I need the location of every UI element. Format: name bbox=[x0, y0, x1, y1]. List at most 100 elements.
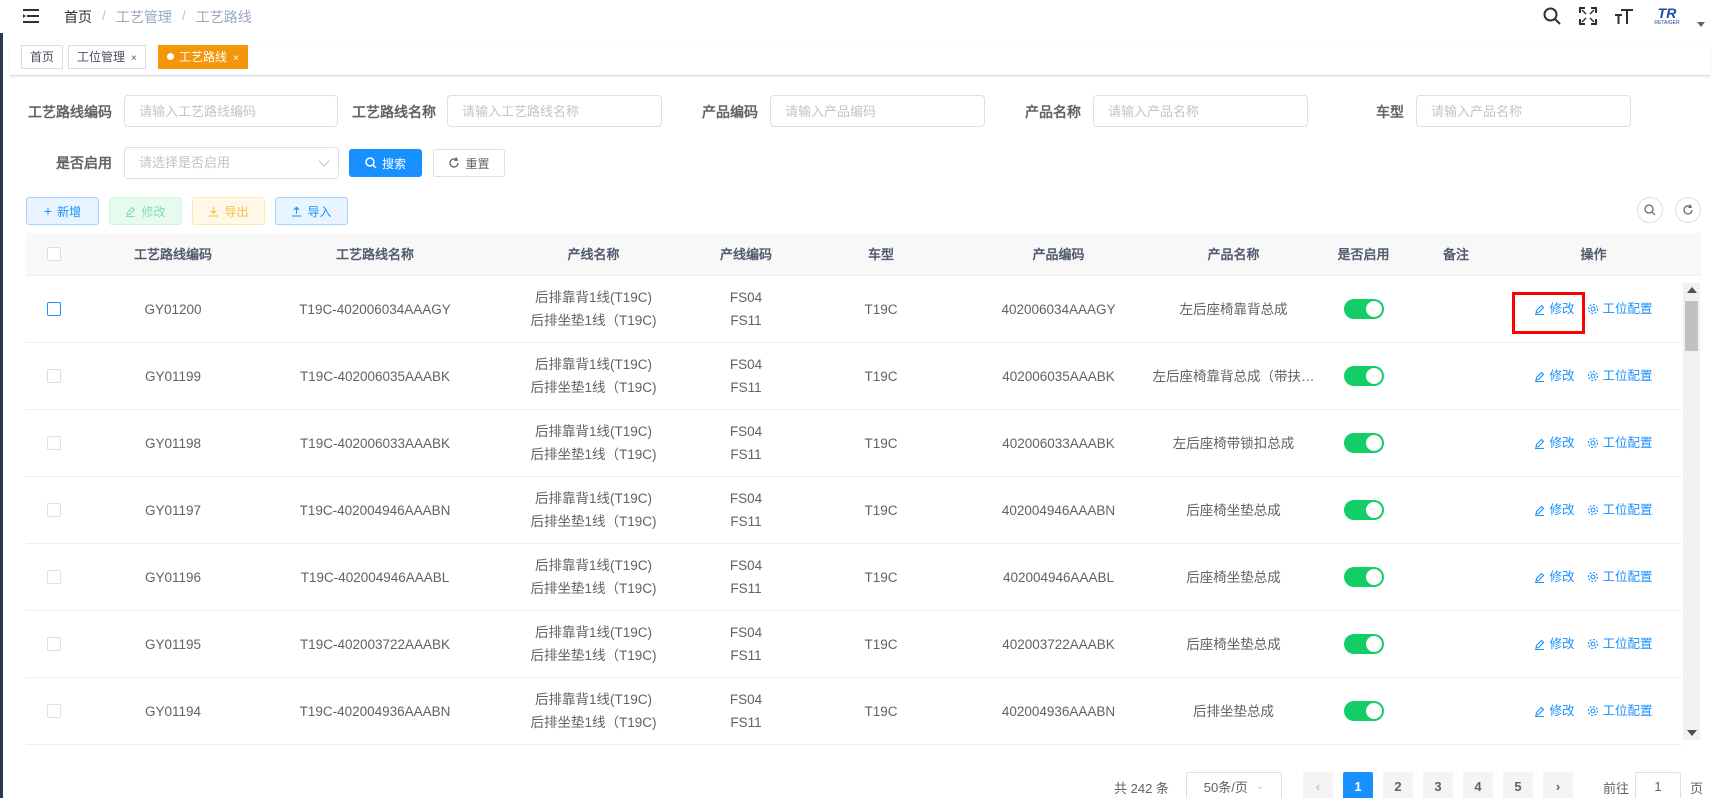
product-code: 402004946AAABN bbox=[1001, 502, 1116, 518]
row-actions: 修改 工位配置 bbox=[1534, 365, 1653, 388]
product-name-cell: 后座椅坐垫总成 bbox=[1146, 611, 1321, 677]
station-config-link[interactable]: 工位配置 bbox=[1587, 499, 1653, 522]
toggle-search-button[interactable] bbox=[1637, 197, 1663, 223]
hamburger-icon[interactable] bbox=[22, 7, 40, 25]
line-code-cell: FS04 FS11 bbox=[701, 611, 791, 677]
product-name-input[interactable] bbox=[1093, 95, 1308, 127]
goto-page-input[interactable]: 1 bbox=[1635, 772, 1681, 798]
line-name-cell: 后排靠背1线(T19C) 后排坐垫1线（T19C) bbox=[486, 477, 701, 543]
route-name-cell: T19C-402004936AAABN bbox=[264, 678, 486, 744]
row-checkbox[interactable] bbox=[47, 637, 61, 651]
line-code-1: FS04 bbox=[729, 558, 763, 573]
table-scrollbar[interactable] bbox=[1683, 283, 1700, 740]
route-name-input[interactable] bbox=[447, 95, 662, 127]
close-icon[interactable]: × bbox=[131, 53, 137, 64]
line-code-cell: FS04 FS11 bbox=[701, 410, 791, 476]
user-avatar-logo[interactable]: TR RETAIGER bbox=[1649, 5, 1685, 27]
car-model-label: 车型 bbox=[1376, 104, 1404, 120]
edit-link[interactable]: 修改 bbox=[1534, 432, 1575, 455]
row-checkbox[interactable] bbox=[47, 503, 61, 517]
page-size-select[interactable]: 50条/页 ⌄ bbox=[1186, 772, 1282, 798]
highlight-box bbox=[1512, 292, 1585, 334]
route-name-cell: T19C-402006033AAABK bbox=[264, 410, 486, 476]
row-checkbox[interactable] bbox=[47, 302, 61, 316]
station-config-link[interactable]: 工位配置 bbox=[1587, 432, 1653, 455]
route-name: T19C-402004946AAABN bbox=[299, 502, 451, 518]
tag-process-route[interactable]: 工艺路线 × bbox=[158, 45, 248, 69]
next-page-button[interactable]: › bbox=[1543, 772, 1573, 798]
scrollbar-thumb[interactable] bbox=[1685, 301, 1698, 351]
scroll-down-icon[interactable] bbox=[1687, 730, 1697, 736]
station-config-link[interactable]: 工位配置 bbox=[1587, 566, 1653, 589]
car-model-input[interactable] bbox=[1416, 95, 1631, 127]
line-name-cell: 后排靠背1线(T19C) 后排坐垫1线（T19C) bbox=[486, 678, 701, 744]
import-button[interactable]: 导入 bbox=[275, 197, 348, 225]
edit-button[interactable]: 修改 bbox=[109, 197, 182, 225]
search-icon[interactable] bbox=[1541, 5, 1563, 27]
search-button-label: 搜索 bbox=[381, 156, 406, 171]
breadcrumb-home[interactable]: 首页 bbox=[64, 7, 92, 27]
route-code-input[interactable] bbox=[124, 95, 338, 127]
station-config-link[interactable]: 工位配置 bbox=[1587, 700, 1653, 723]
row-actions: 修改 工位配置 bbox=[1534, 633, 1653, 656]
scroll-up-icon[interactable] bbox=[1687, 287, 1697, 293]
user-dropdown-caret-icon[interactable] bbox=[1697, 22, 1705, 27]
product-code: 402004946AAABL bbox=[1002, 569, 1115, 585]
edit-link[interactable]: 修改 bbox=[1534, 566, 1575, 589]
station-config-link[interactable]: 工位配置 bbox=[1587, 298, 1653, 321]
enabled-switch[interactable] bbox=[1343, 634, 1384, 654]
reset-button[interactable]: 重置 bbox=[433, 149, 505, 177]
col-car-model: 车型 bbox=[867, 247, 894, 262]
page-5-button[interactable]: 5 bbox=[1503, 772, 1533, 798]
product-name-cell: 左后座椅靠背总成（带扶… bbox=[1146, 343, 1321, 409]
edit-link-label: 修改 bbox=[1549, 502, 1575, 517]
row-checkbox[interactable] bbox=[47, 436, 61, 450]
tag-home[interactable]: 首页 bbox=[21, 45, 64, 69]
fullscreen-icon[interactable] bbox=[1577, 5, 1599, 27]
prev-page-button[interactable]: ‹ bbox=[1303, 772, 1333, 798]
line-code-2: FS11 bbox=[730, 447, 762, 462]
refresh-button[interactable] bbox=[1675, 197, 1701, 223]
enabled-select[interactable]: 请选择是否启用 bbox=[124, 147, 339, 179]
line-code-1: FS04 bbox=[729, 692, 763, 707]
car-model-cell: T19C bbox=[791, 678, 971, 744]
enabled-switch[interactable] bbox=[1343, 701, 1384, 721]
line-name-2: 后排坐垫1线（T19C) bbox=[530, 514, 657, 529]
logo-text: TR bbox=[1657, 5, 1677, 21]
station-config-link[interactable]: 工位配置 bbox=[1587, 633, 1653, 656]
car-model: T19C bbox=[864, 703, 898, 719]
edit-button-label: 修改 bbox=[141, 204, 166, 219]
row-checkbox[interactable] bbox=[47, 704, 61, 718]
font-size-icon[interactable] bbox=[1613, 5, 1635, 27]
export-button[interactable]: 导出 bbox=[192, 197, 265, 225]
tag-station-mgmt[interactable]: 工位管理 × bbox=[68, 45, 146, 69]
product-code-input[interactable] bbox=[770, 95, 985, 127]
select-all-checkbox[interactable] bbox=[47, 247, 61, 261]
row-checkbox[interactable] bbox=[47, 570, 61, 584]
enabled-switch[interactable] bbox=[1343, 567, 1384, 587]
route-code-label: 工艺路线编码 bbox=[28, 104, 112, 120]
edit-link[interactable]: 修改 bbox=[1534, 700, 1575, 723]
enabled-switch[interactable] bbox=[1343, 299, 1384, 319]
row-checkbox[interactable] bbox=[47, 369, 61, 383]
add-button[interactable]: + 新增 bbox=[26, 197, 99, 225]
search-button[interactable]: 搜索 bbox=[349, 149, 422, 177]
breadcrumb-process-mgmt[interactable]: 工艺管理 bbox=[116, 7, 172, 27]
enabled-switch[interactable] bbox=[1343, 433, 1384, 453]
page-1-button[interactable]: 1 bbox=[1343, 772, 1373, 798]
station-config-link[interactable]: 工位配置 bbox=[1587, 365, 1653, 388]
edit-link-label: 修改 bbox=[1549, 703, 1575, 718]
enabled-switch[interactable] bbox=[1343, 500, 1384, 520]
search-icon bbox=[1644, 204, 1656, 216]
breadcrumb-separator: / bbox=[181, 7, 186, 23]
enabled-switch[interactable] bbox=[1343, 366, 1384, 386]
enabled-cell bbox=[1321, 678, 1406, 744]
edit-link[interactable]: 修改 bbox=[1534, 499, 1575, 522]
route-code-cell: GY01198 bbox=[82, 410, 264, 476]
close-icon[interactable]: × bbox=[233, 53, 239, 64]
page-2-button[interactable]: 2 bbox=[1383, 772, 1413, 798]
page-3-button[interactable]: 3 bbox=[1423, 772, 1453, 798]
page-4-button[interactable]: 4 bbox=[1463, 772, 1493, 798]
edit-link[interactable]: 修改 bbox=[1534, 633, 1575, 656]
edit-link[interactable]: 修改 bbox=[1534, 365, 1575, 388]
